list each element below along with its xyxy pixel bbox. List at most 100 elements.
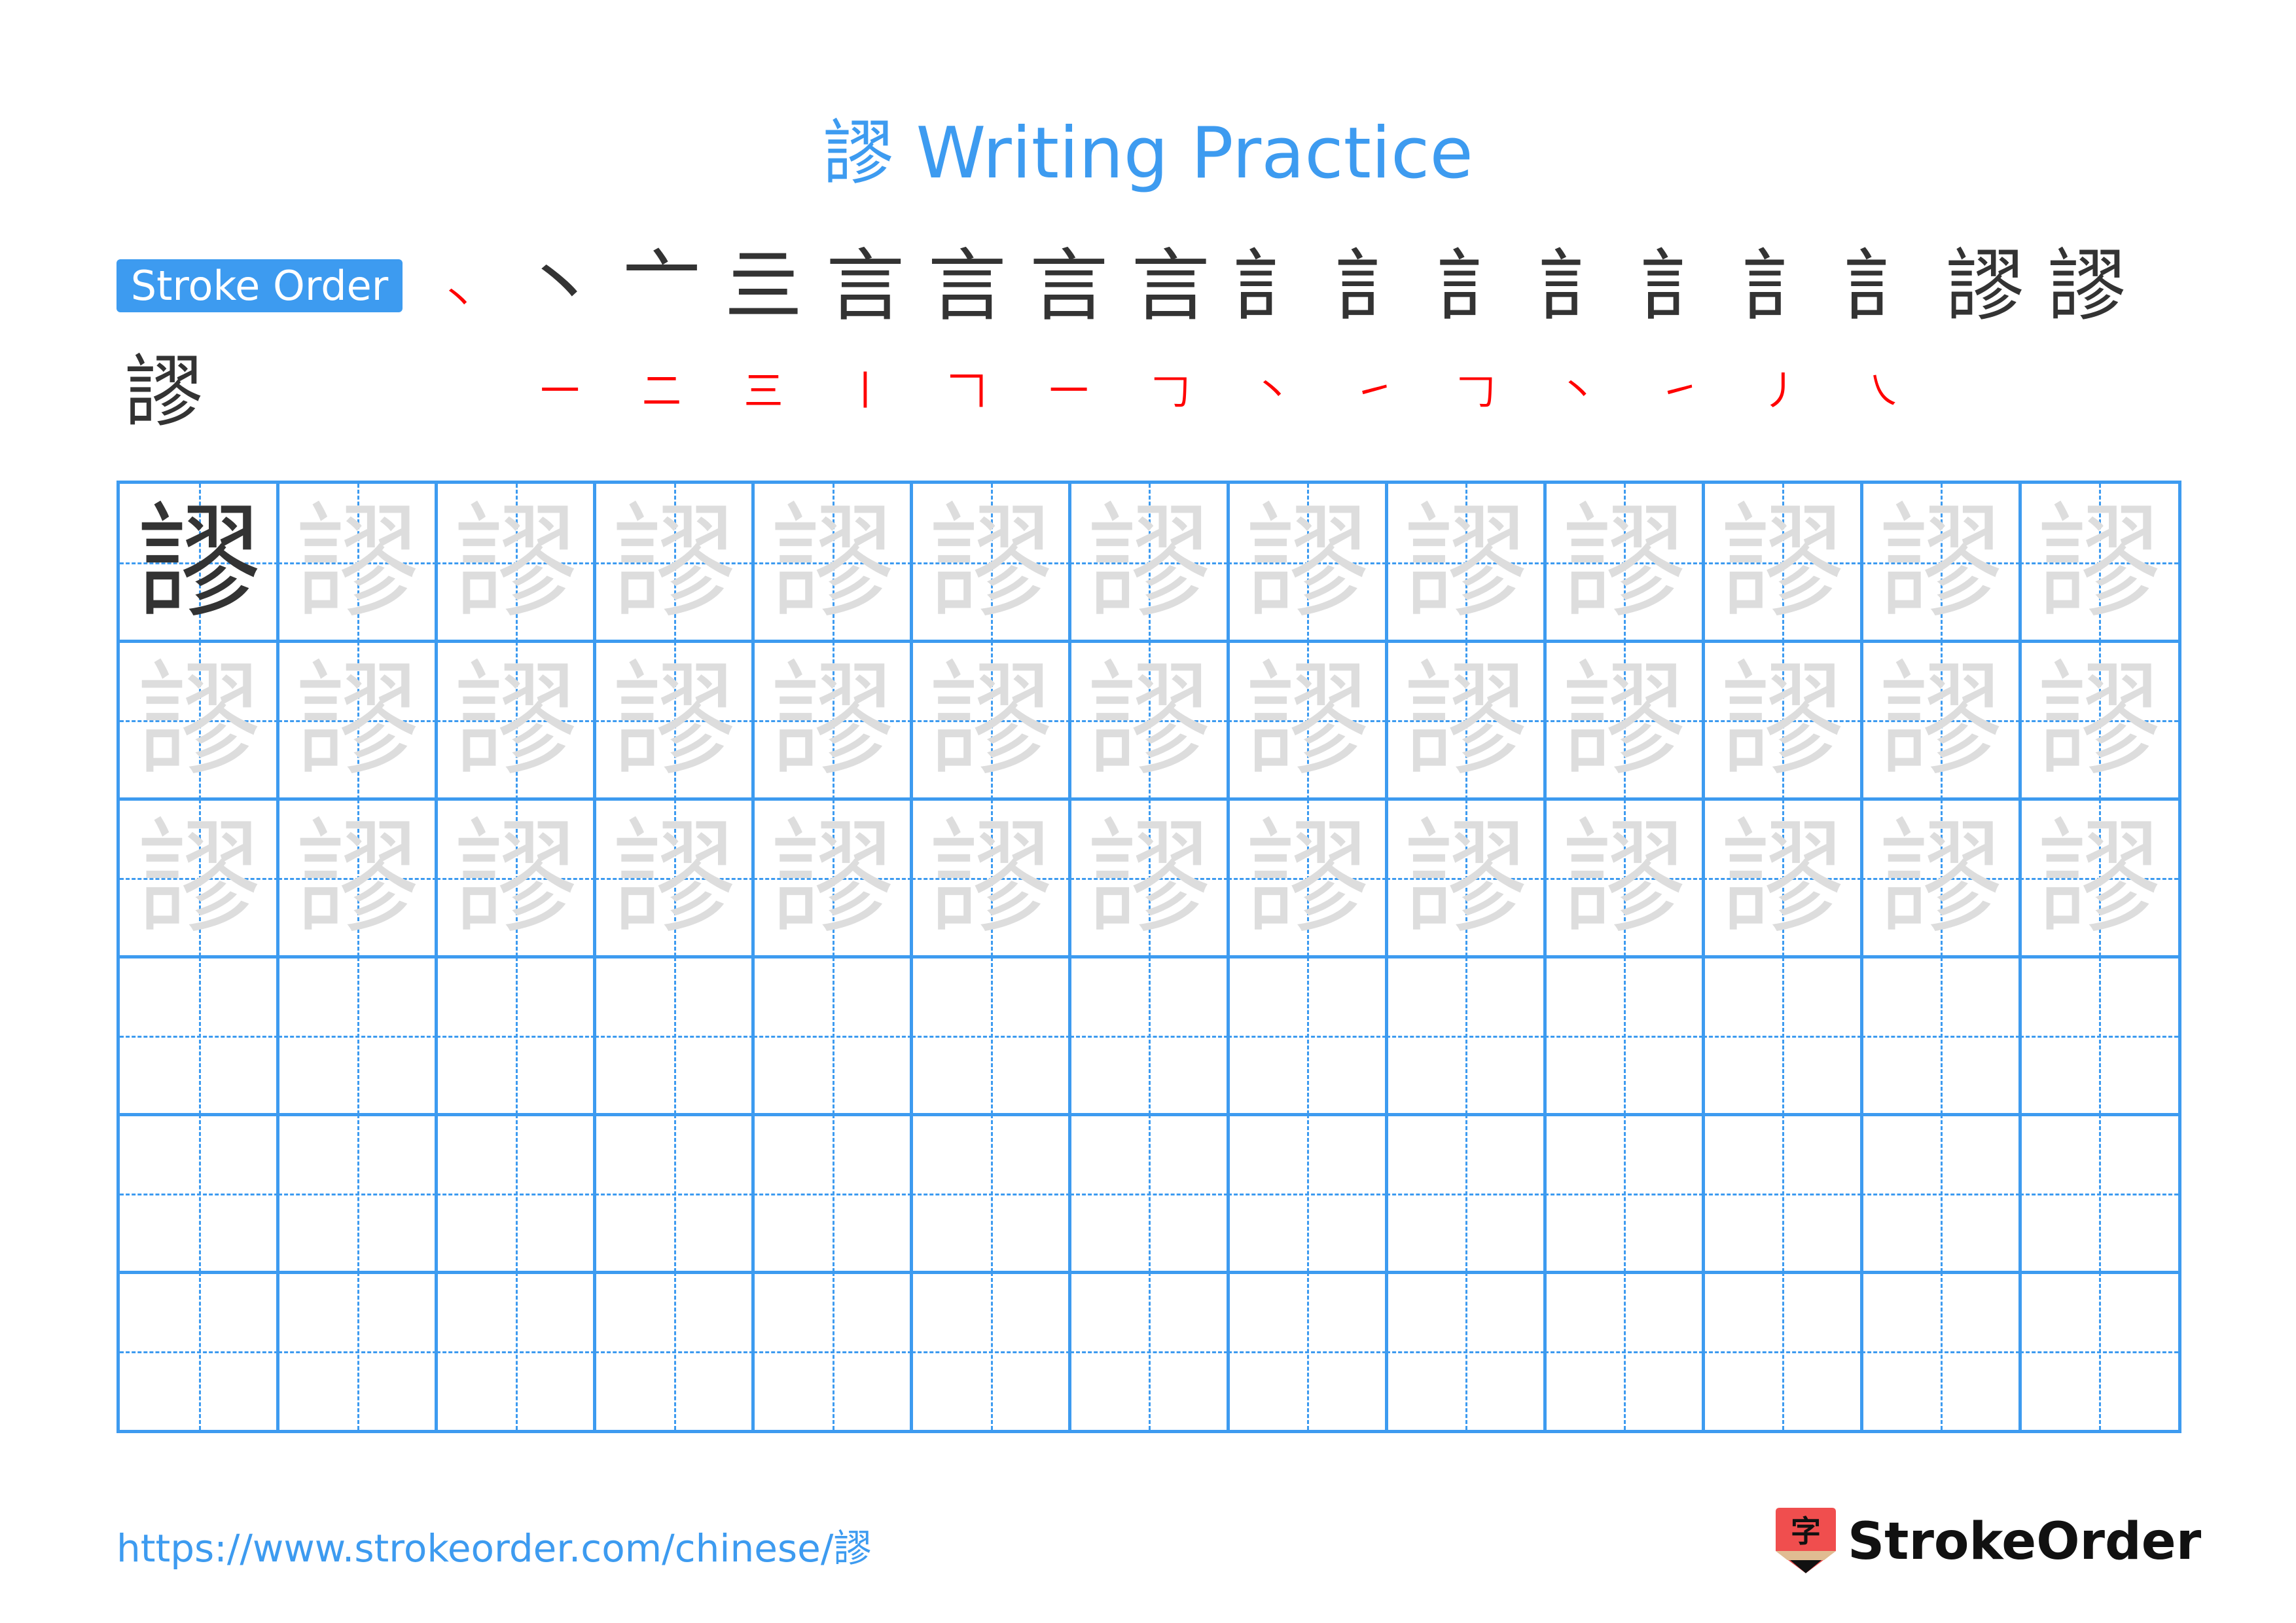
practice-cell[interactable]	[753, 1272, 912, 1430]
practice-cell[interactable]	[2020, 1114, 2178, 1273]
practice-cell[interactable]	[1386, 957, 1545, 1115]
trace-character: 謬	[453, 805, 578, 951]
practice-cell[interactable]	[120, 957, 278, 1115]
stroke-step-17: 謬	[2041, 241, 2132, 333]
practice-cell[interactable]: 謬	[120, 799, 278, 957]
practice-cell[interactable]	[1703, 1114, 1862, 1273]
practice-cell[interactable]: 謬	[1228, 799, 1387, 957]
practice-cell[interactable]: 謬	[278, 641, 437, 799]
practice-cell[interactable]: 謬	[1703, 641, 1862, 799]
practice-cell[interactable]: 謬	[594, 641, 753, 799]
practice-cell[interactable]: 謬	[911, 484, 1070, 642]
practice-cell[interactable]: 謬	[1069, 484, 1229, 642]
practice-cell[interactable]	[1703, 957, 1862, 1115]
practice-cell[interactable]: 謬	[1545, 799, 1704, 957]
practice-cell[interactable]	[594, 957, 753, 1115]
trace-character: 謬	[1403, 805, 1528, 951]
practice-cell[interactable]: 謬	[1545, 641, 1704, 799]
practice-cell[interactable]	[753, 1114, 912, 1273]
practice-cell[interactable]	[753, 957, 912, 1115]
practice-cell[interactable]: 謬	[436, 641, 595, 799]
practice-cell[interactable]	[120, 1272, 278, 1430]
practice-cell[interactable]	[1386, 1114, 1545, 1273]
practice-cell[interactable]: 謬	[753, 641, 912, 799]
guide-line-horizontal	[1069, 1035, 1229, 1038]
practice-cell[interactable]: 謬	[120, 484, 278, 642]
practice-cell[interactable]	[1545, 957, 1704, 1115]
stroke-done: 言	[1131, 241, 1210, 332]
trace-character: 謬	[453, 490, 578, 635]
practice-cell[interactable]	[1703, 1272, 1862, 1430]
practice-cell[interactable]	[278, 1272, 437, 1430]
stroke-current: ㇀	[1354, 369, 1394, 414]
practice-cell[interactable]	[1861, 1114, 2020, 1273]
practice-cell[interactable]: 謬	[1545, 484, 1704, 642]
practice-cell[interactable]	[120, 1114, 278, 1273]
practice-cell[interactable]	[436, 1272, 595, 1430]
practice-cell[interactable]	[2020, 957, 2178, 1115]
practice-cell[interactable]	[1228, 1272, 1387, 1430]
practice-cell[interactable]	[1069, 957, 1229, 1115]
practice-cell[interactable]: 謬	[436, 799, 595, 957]
practice-cell[interactable]	[2020, 1272, 2178, 1430]
practice-cell[interactable]: 謬	[1386, 641, 1545, 799]
practice-cell[interactable]: 謬	[436, 484, 595, 642]
practice-cell[interactable]: 謬	[1861, 799, 2020, 957]
practice-cell[interactable]: 謬	[1703, 799, 1862, 957]
trace-character: 謬	[2037, 647, 2162, 793]
practice-cell[interactable]: 謬	[120, 641, 278, 799]
strokeorder-logo[interactable]: 字 StrokeOrder	[1776, 1508, 2201, 1580]
practice-cell[interactable]	[594, 1272, 753, 1430]
practice-cell[interactable]: 謬	[1228, 641, 1387, 799]
guide-line-horizontal	[1703, 1351, 1862, 1353]
practice-cell[interactable]	[436, 957, 595, 1115]
practice-cell[interactable]: 謬	[1861, 641, 2020, 799]
practice-cell[interactable]	[1861, 957, 2020, 1115]
stroke-current: 一	[1049, 369, 1088, 414]
practice-cell[interactable]: 謬	[1386, 799, 1545, 957]
stroke-current: 𠃌	[1456, 369, 1496, 414]
practice-cell[interactable]: 謬	[594, 484, 753, 642]
practice-cell[interactable]	[1069, 1272, 1229, 1430]
practice-cell[interactable]	[1545, 1114, 1704, 1273]
practice-cell[interactable]	[911, 1272, 1070, 1430]
practice-cell[interactable]: 謬	[278, 799, 437, 957]
practice-cell[interactable]	[278, 1114, 437, 1273]
practice-cell[interactable]	[594, 1114, 753, 1273]
trace-character: 謬	[453, 647, 578, 793]
trace-character: 謬	[1720, 647, 1845, 793]
practice-cell[interactable]: 謬	[911, 799, 1070, 957]
practice-cell[interactable]	[1386, 1272, 1545, 1430]
guide-line-horizontal	[911, 1035, 1070, 1038]
guide-line-horizontal	[2020, 1351, 2178, 1353]
practice-cell[interactable]	[1228, 1114, 1387, 1273]
guide-line-horizontal	[594, 1193, 753, 1195]
practice-cell[interactable]: 謬	[2020, 641, 2178, 799]
practice-cell[interactable]: 謬	[753, 484, 912, 642]
practice-cell[interactable]	[911, 1114, 1070, 1273]
practice-cell[interactable]	[1861, 1272, 2020, 1430]
stroke-current: 丶	[1253, 369, 1292, 414]
pencil-logo-icon: 字	[1776, 1508, 1836, 1573]
practice-cell[interactable]: 謬	[594, 799, 753, 957]
practice-cell[interactable]	[911, 957, 1070, 1115]
practice-cell[interactable]: 謬	[2020, 484, 2178, 642]
practice-cell[interactable]: 謬	[753, 799, 912, 957]
trace-character: 謬	[295, 647, 420, 793]
stroke-step-3: 亠二	[616, 241, 708, 414]
practice-cell[interactable]: 謬	[1069, 641, 1229, 799]
footer-url-link[interactable]: https://www.strokeorder.com/chinese/謬	[117, 1518, 871, 1573]
practice-cell[interactable]	[1545, 1272, 1704, 1430]
practice-cell[interactable]	[278, 957, 437, 1115]
practice-cell[interactable]	[436, 1114, 595, 1273]
practice-cell[interactable]: 謬	[278, 484, 437, 642]
practice-cell[interactable]	[1069, 1114, 1229, 1273]
practice-cell[interactable]	[1228, 957, 1387, 1115]
practice-cell[interactable]: 謬	[2020, 799, 2178, 957]
practice-cell[interactable]: 謬	[1069, 799, 1229, 957]
practice-cell[interactable]: 謬	[1703, 484, 1862, 642]
practice-cell[interactable]: 謬	[1228, 484, 1387, 642]
practice-cell[interactable]: 謬	[1386, 484, 1545, 642]
practice-cell[interactable]: 謬	[911, 641, 1070, 799]
practice-cell[interactable]: 謬	[1861, 484, 2020, 642]
